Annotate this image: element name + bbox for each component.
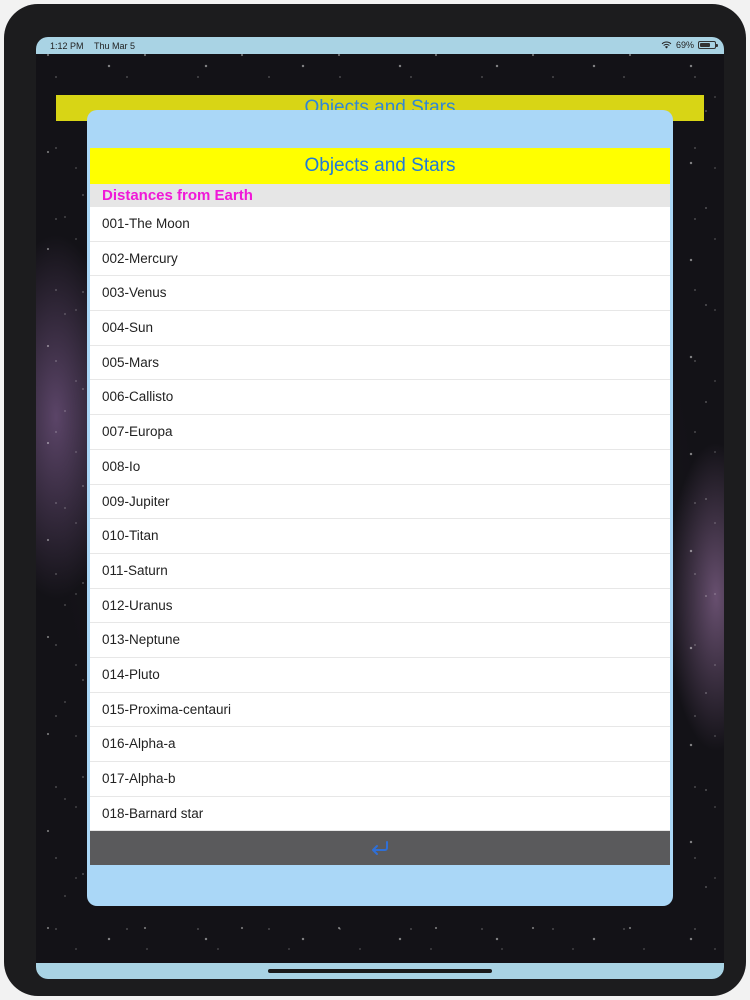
list-item[interactable]: 009-Jupiter: [90, 485, 670, 520]
list-item[interactable]: 012-Uranus: [90, 589, 670, 624]
list-item[interactable]: 008-Io: [90, 450, 670, 485]
list-item[interactable]: 005-Mars: [90, 346, 670, 381]
modal-sheet: Objects and Stars Distances from Earth 0…: [87, 110, 673, 906]
list-item[interactable]: 007-Europa: [90, 415, 670, 450]
battery-icon: [698, 41, 718, 49]
ipad-frame: 1:12 PM Thu Mar 5 69% Objects and Stars …: [4, 4, 746, 996]
battery-tip: [716, 44, 718, 47]
list-item[interactable]: 001-The Moon: [90, 207, 670, 242]
list-item[interactable]: 017-Alpha-b: [90, 762, 670, 797]
section-header: Distances from Earth: [90, 184, 670, 207]
home-indicator[interactable]: [268, 969, 492, 973]
list-item[interactable]: 018-Barnard star: [90, 797, 670, 831]
screen: 1:12 PM Thu Mar 5 69% Objects and Stars …: [36, 37, 724, 979]
list-item[interactable]: 013-Neptune: [90, 623, 670, 658]
list-item[interactable]: 016-Alpha-a: [90, 727, 670, 762]
return-button[interactable]: [90, 831, 670, 865]
list-item[interactable]: 015-Proxima-centauri: [90, 693, 670, 728]
status-time: 1:12 PM: [50, 41, 84, 51]
list-item[interactable]: 003-Venus: [90, 276, 670, 312]
list-item[interactable]: 014-Pluto: [90, 658, 670, 693]
wifi-icon: [661, 41, 672, 49]
battery-level: [700, 43, 710, 47]
objects-list[interactable]: 001-The Moon 002-Mercury 003-Venus 004-S…: [90, 207, 670, 831]
battery-percent: 69%: [675, 40, 694, 50]
list-item[interactable]: 006-Callisto: [90, 380, 670, 416]
status-bar: 1:12 PM Thu Mar 5 69%: [36, 37, 724, 54]
sheet-title: Objects and Stars: [90, 148, 670, 184]
list-item[interactable]: 004-Sun: [90, 311, 670, 346]
list-item[interactable]: 002-Mercury: [90, 242, 670, 277]
list-item[interactable]: 010-Titan: [90, 519, 670, 554]
status-indicators: 69%: [661, 40, 718, 50]
list-item[interactable]: 011-Saturn: [90, 554, 670, 589]
status-date: Thu Mar 5: [94, 41, 136, 51]
return-arrow-icon: [372, 841, 388, 855]
